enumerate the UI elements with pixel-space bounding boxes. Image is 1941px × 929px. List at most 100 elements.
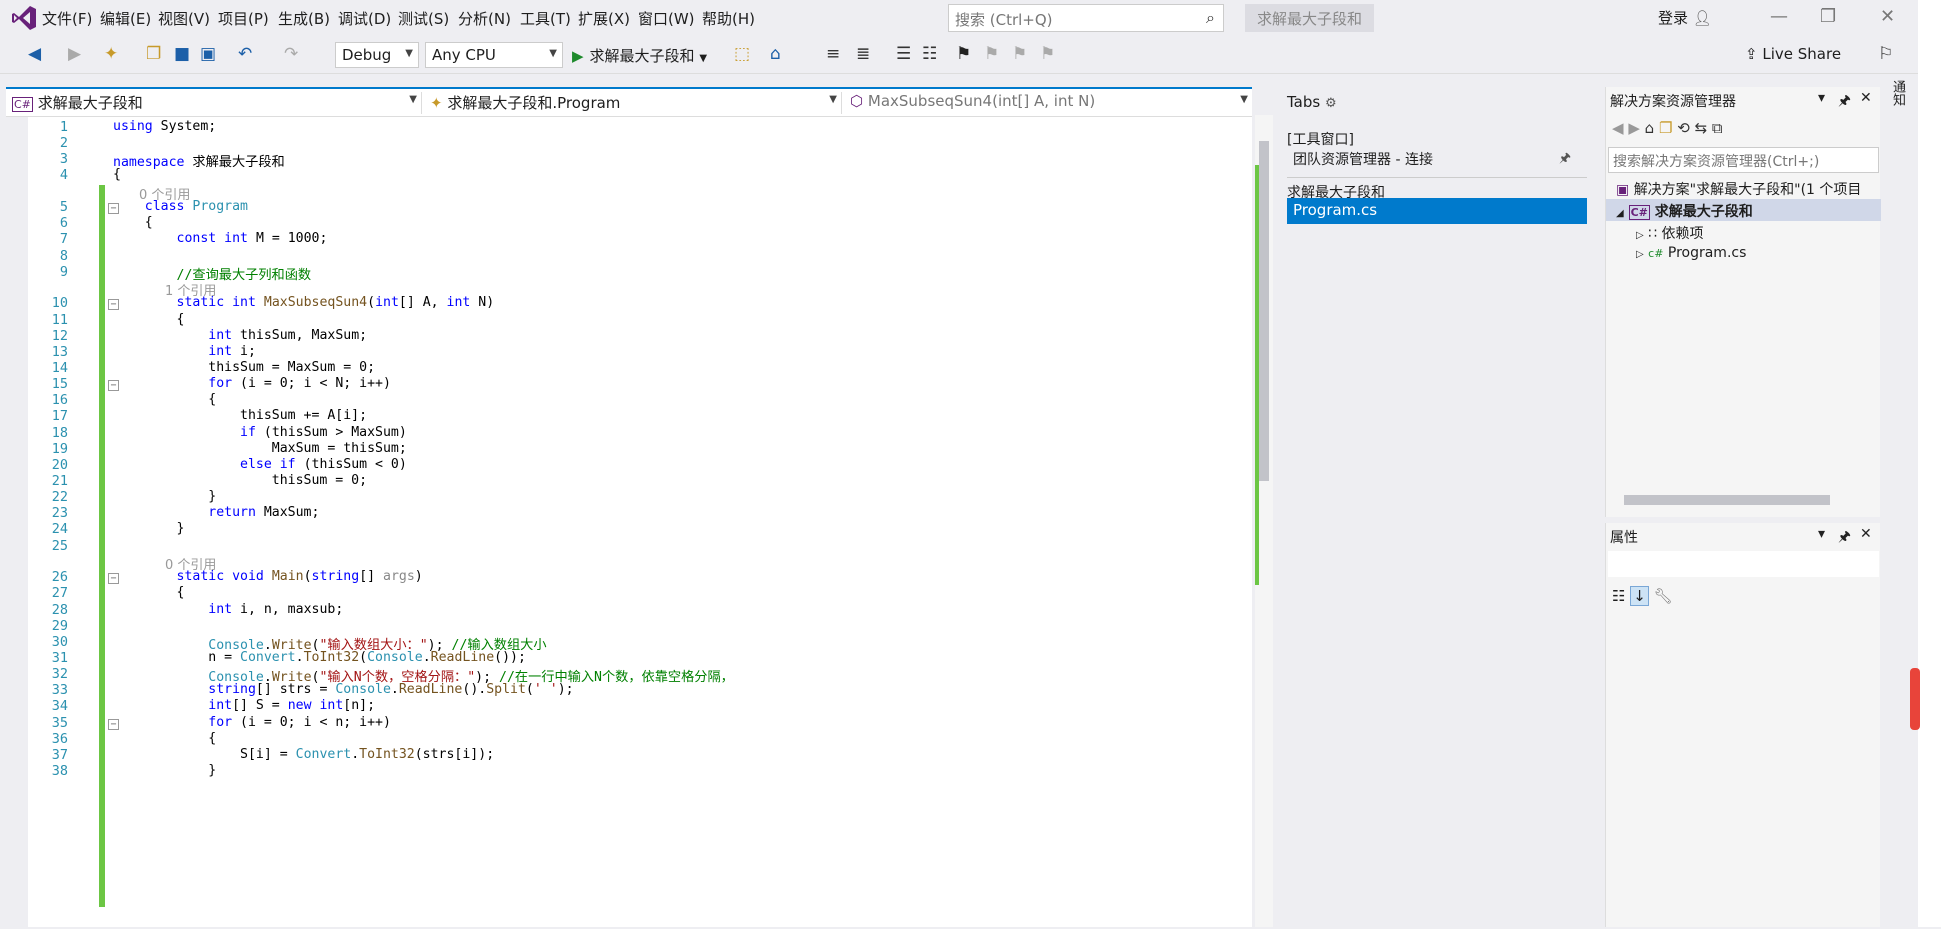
next-bookmark-icon[interactable]: ⚑ [1012, 44, 1027, 64]
platform-value: Any CPU [432, 46, 496, 64]
menu-help[interactable]: 帮助(H) [702, 8, 755, 29]
program-cs-node[interactable]: ▷ c# Program.cs [1606, 243, 1881, 265]
editor-vertical-scrollbar[interactable] [1255, 115, 1273, 927]
menu-window[interactable]: 窗口(W) [638, 8, 695, 29]
code-text: static int MaxSubseqSun4(int[] A, int N) [176, 295, 495, 311]
uncomment-icon[interactable]: ☷ [922, 44, 937, 64]
project-dropdown[interactable]: C# 求解最大子段和 ▼ [8, 92, 422, 114]
config-select[interactable]: Debug ▼ [335, 42, 419, 68]
new-project-icon[interactable]: ✦ [104, 44, 118, 64]
program-cs-tab[interactable]: Program.cs [1287, 198, 1587, 224]
redo-icon[interactable]: ↷ [284, 44, 298, 64]
menu-view[interactable]: 视图(V) [158, 8, 210, 29]
browse-icon[interactable]: ⬚ [734, 44, 750, 64]
pin-icon[interactable]: 🖈︎ [1838, 526, 1851, 550]
start-debugging-button[interactable]: ▶ 求解最大子段和 ▼ [572, 45, 707, 66]
navigate-forward-icon[interactable]: ▶ [68, 44, 81, 64]
pin-icon[interactable]: 🖈︎ [1559, 149, 1571, 171]
gear-icon[interactable]: ⚙ [1325, 96, 1337, 111]
line-number: 13 [51, 343, 68, 360]
code-text: return MaxSum; [208, 505, 320, 521]
navigate-back-icon[interactable]: ◀ [28, 44, 41, 64]
line-number: 27 [51, 585, 68, 602]
nav-project-label: 求解最大子段和 [37, 94, 143, 112]
menu-analyze[interactable]: 分析(N) [458, 8, 511, 29]
forward-icon[interactable]: ▶ [1628, 119, 1640, 137]
csharp-file-icon: c# [1648, 247, 1664, 260]
save-icon[interactable]: ■ [174, 44, 190, 64]
dependencies-node[interactable]: ▷ ∷ 依赖项 [1606, 221, 1881, 243]
code-text: if (thisSum > MaxSum) [240, 424, 407, 440]
chevron-down-icon[interactable]: ▾ [1818, 90, 1825, 106]
solution-explorer-title: 解决方案资源管理器 [1610, 94, 1736, 110]
switch-views-icon[interactable]: ❐ [1659, 119, 1672, 137]
menu-test[interactable]: 测试(S) [398, 8, 449, 29]
code-text: int i, n, maxsub; [208, 601, 344, 617]
restore-icon[interactable]: ❐ [1820, 6, 1836, 27]
search-input[interactable]: 搜索 (Ctrl+Q) ⌕ [948, 4, 1224, 32]
scrollbar-thumb[interactable] [1259, 141, 1269, 481]
categorized-icon[interactable]: ☷ [1612, 587, 1625, 605]
team-explorer-tab[interactable]: 团队资源管理器 - 连接 [1293, 149, 1433, 169]
code-text: using System; [113, 119, 217, 134]
collapse-all-icon[interactable]: ⧉ [1712, 119, 1723, 137]
login-link[interactable]: 登录 👤︎ [1658, 7, 1712, 28]
close-icon[interactable]: ✕ [1860, 90, 1872, 106]
alphabetical-icon[interactable]: ↓ [1630, 586, 1649, 606]
history-icon[interactable]: ⟲ [1677, 119, 1690, 137]
live-share-button[interactable]: ⇪ Live Share [1745, 45, 1841, 63]
menu-build[interactable]: 生成(B) [278, 8, 330, 29]
close-icon[interactable]: ✕ [1860, 526, 1872, 542]
undo-icon[interactable]: ↶ [238, 44, 252, 64]
line-number: 25 [51, 537, 68, 554]
property-pages-icon[interactable]: 🔧︎ [1654, 587, 1673, 605]
code-area[interactable]: 1 using System; 2 3 namespace 求解最大子段和 4{0 个引用… [28, 117, 1263, 929]
clear-bookmarks-icon[interactable]: ⚑ [1040, 44, 1055, 64]
sync-icon[interactable]: ⇆ [1695, 119, 1708, 137]
feedback-icon[interactable]: ⚐ [1878, 44, 1893, 64]
class-dropdown[interactable]: ✦ 求解最大子段和.Program ▼ [426, 92, 842, 114]
scroll-indicator [1910, 668, 1920, 730]
code-editor[interactable]: C# 求解最大子段和 ▼ ✦ 求解最大子段和.Program ▼ ⬡ MaxSu… [6, 87, 1252, 929]
solution-node[interactable]: ▣ 解决方案"求解最大子段和"(1 个项目 [1606, 177, 1881, 199]
code-text: int[] S = new int[n]; [208, 698, 376, 714]
chevron-down-icon[interactable]: ▾ [1818, 526, 1825, 542]
outdent-icon[interactable]: ≣ [856, 44, 870, 64]
comment-icon[interactable]: ☰ [896, 44, 911, 64]
member-dropdown[interactable]: ⬡ MaxSubseqSun4(int[] A, int N) ▼ [846, 92, 1252, 114]
line-number: 6 [59, 215, 68, 232]
prev-bookmark-icon[interactable]: ⚑ [984, 44, 999, 64]
home-icon[interactable]: ⌂ [770, 44, 781, 64]
horizontal-scrollbar-thumb[interactable] [1624, 495, 1830, 505]
save-all-icon[interactable]: ▣ [200, 44, 216, 64]
csharp-project-icon: C# [12, 97, 33, 112]
menu-project[interactable]: 项目(P) [218, 8, 269, 29]
open-file-icon[interactable]: ❐ [146, 44, 161, 64]
solution-label: 解决方案"求解最大子段和"(1 个项目 [1633, 182, 1862, 198]
project-node[interactable]: ◢ C# 求解最大子段和 [1606, 199, 1881, 221]
indent-icon[interactable]: ≡ [826, 44, 840, 64]
code-line[interactable]: 38 } [28, 763, 1228, 783]
menu-file[interactable]: 文件(F) [42, 8, 92, 29]
home-icon[interactable]: ⌂ [1645, 119, 1655, 137]
menu-debug[interactable]: 调试(D) [338, 8, 391, 29]
chevron-down-icon: ▼ [549, 48, 557, 59]
solution-search-placeholder: 搜索解决方案资源管理器(Ctrl+;) [1613, 154, 1820, 170]
close-icon[interactable]: ✕ [1880, 6, 1895, 27]
bookmark-icon[interactable]: ⚑ [956, 44, 971, 64]
pin-icon[interactable]: 🖈︎ [1838, 90, 1851, 114]
platform-select[interactable]: Any CPU ▼ [425, 42, 563, 68]
menu-tools[interactable]: 工具(T) [520, 8, 571, 29]
chevron-down-icon: ▼ [405, 48, 413, 59]
notifications-strip[interactable]: 通知 [1882, 80, 1910, 280]
dependencies-label: 依赖项 [1661, 226, 1704, 242]
menu-edit[interactable]: 编辑(E) [100, 8, 151, 29]
back-icon[interactable]: ◀ [1612, 119, 1624, 137]
properties-object-select[interactable] [1608, 551, 1879, 577]
menu-extensions[interactable]: 扩展(X) [578, 8, 630, 29]
properties-pane: 属性 ▾ 🖈︎ ✕ ☷ ↓ 🔧︎ [1605, 523, 1880, 927]
line-number: 1 [59, 119, 68, 135]
minimize-icon[interactable]: — [1770, 6, 1788, 27]
solution-search-input[interactable]: 搜索解决方案资源管理器(Ctrl+;) [1608, 147, 1879, 173]
line-number: 22 [51, 489, 68, 506]
